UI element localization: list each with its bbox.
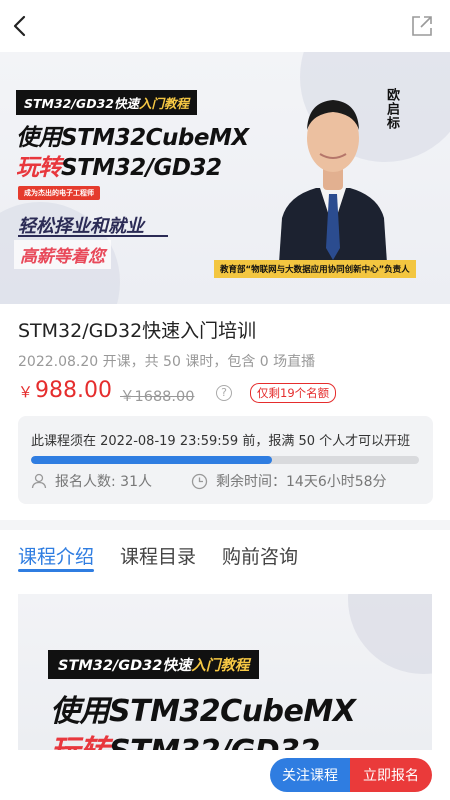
bottom-action-bar: 关注课程 立即报名 [0,750,450,800]
back-icon[interactable] [6,12,34,40]
course-info: STM32/GD32快速入门培训 2022.08.20 开课，共 50 课时，包… [18,316,438,371]
section-divider [0,520,450,530]
remaining-seats-badge: 仅剩19个名额 [250,383,337,403]
decor-circle [348,594,432,674]
top-bar [0,0,450,52]
user-icon [31,473,47,489]
share-icon[interactable] [408,12,436,40]
banner-title-line2: 玩转STM32/GD32 [16,155,222,181]
enrolled-count: 报名人数: 31人 [31,472,152,490]
course-meta: 2022.08.20 开课，共 50 课时，包含 0 场直播 [18,354,316,370]
intro-poster: STM32/GD32快速入门教程 使用STM32CubeMX 玩转STM32/G… [18,594,432,750]
help-icon[interactable]: ? [216,385,232,401]
follow-course-button[interactable]: 关注课程 [270,758,350,792]
original-price: ￥1688.00 [120,389,195,405]
enrollment-note: 此课程须在 2022-08-19 23:59:59 前，报满 50 个人才可以开… [31,434,411,449]
course-tabs: 课程介绍 课程目录 购前咨询 [18,542,324,582]
enroll-now-button[interactable]: 立即报名 [350,758,432,792]
current-price: ￥988.00 [18,378,112,403]
price-row: ￥988.00 ￥1688.00 ? 仅剩19个名额 [18,378,438,410]
progress-fill [31,456,272,464]
enrollment-progress [31,456,419,464]
poster-title-line1: 使用STM32CubeMX [50,694,356,729]
tab-course-catalog[interactable]: 课程目录 [120,542,196,582]
poster-series-badge: STM32/GD32快速入门教程 [48,650,260,679]
teacher-name: 欧启标 [384,88,399,130]
banner-slogan-red: 高薪等着您 [14,240,111,269]
teacher-portrait [278,100,388,278]
clock-icon [191,473,208,489]
banner-pill: 成为杰出的电子工程师 [18,186,100,200]
series-badge: STM32/GD32快速入门教程 [16,90,197,115]
course-title: STM32/GD32快速入门培训 [18,320,257,342]
slogan-underline [18,235,168,237]
tab-pre-purchase-consult[interactable]: 购前咨询 [222,542,298,582]
poster-title-line2: 玩转STM32/GD32 [50,726,320,750]
remaining-time: 剩余时间：14天6小时58分 [191,472,387,490]
banner-title-line1: 使用STM32CubeMX [16,125,249,151]
enrollment-panel: 此课程须在 2022-08-19 23:59:59 前，报满 50 个人才可以开… [18,416,433,504]
course-banner: STM32/GD32快速入门教程 使用STM32CubeMX 玩转STM32/G… [0,52,450,304]
tab-course-intro[interactable]: 课程介绍 [18,542,95,582]
teacher-caption: 教育部“物联网与大数据应用协同创新中心”负责人 [214,260,416,278]
